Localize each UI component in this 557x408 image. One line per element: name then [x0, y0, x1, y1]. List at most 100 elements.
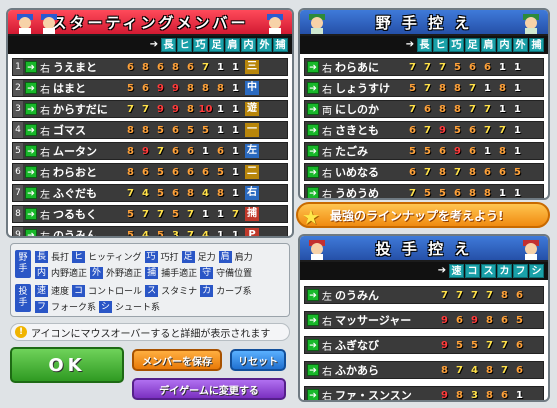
swap-arrow-icon[interactable]: ➔ — [307, 289, 319, 301]
swap-arrow-icon[interactable]: ➔ — [25, 208, 37, 220]
player-row[interactable]: ➔ 左のうみん 7 7 7 7 8 6 — [304, 286, 544, 304]
stat-header[interactable]: シ — [529, 264, 544, 278]
stat-header[interactable]: 足 — [209, 38, 224, 52]
stat-header[interactable]: ヒ — [177, 38, 192, 52]
stat-header[interactable]: 巧 — [193, 38, 208, 52]
day-game-button[interactable]: デイゲームに変更する — [132, 378, 286, 400]
stat-value: 8 — [469, 187, 476, 199]
player-row[interactable]: 6 ➔ 右わらおと 8 6 5 6 6 6 5 1 二 — [12, 163, 288, 181]
stat-header[interactable]: 内 — [497, 38, 512, 52]
stat-value: 9 — [172, 103, 179, 115]
player-row[interactable]: ➔ 右うめうめ 7 5 5 6 8 8 1 1 — [304, 184, 544, 199]
player-row[interactable]: 9 ➔ 左のうみん 5 4 5 3 7 4 1 1 P — [12, 226, 288, 238]
player-row[interactable]: 3 ➔ 右からすだに 7 7 9 9 8 10 1 1 遊 — [12, 100, 288, 118]
player-row[interactable]: ➔ 右しょうすけ 5 7 8 8 7 1 8 1 — [304, 79, 544, 97]
swap-arrow-icon[interactable]: ➔ — [307, 314, 319, 326]
stat-value: 7 — [232, 208, 239, 220]
player-row[interactable]: ➔ 右さきとも 6 7 9 5 6 7 7 1 — [304, 121, 544, 139]
stat-value: 6 — [454, 187, 461, 199]
swap-arrow-icon[interactable]: ➔ — [307, 82, 319, 94]
stat-header[interactable]: 内 — [241, 38, 256, 52]
legend-row: 速速度ココントロールススタミナカカーブ系 — [35, 284, 252, 297]
player-row[interactable]: ➔ 右いめなる 6 7 8 7 8 6 6 5 — [304, 163, 544, 181]
stat-value: 5 — [439, 187, 446, 199]
player-row[interactable]: 2 ➔ 右はまと 5 6 9 9 8 8 8 1 中 — [12, 79, 288, 97]
stat-value: 6 — [142, 82, 149, 94]
stat-header[interactable]: 長 — [417, 38, 432, 52]
player-row[interactable]: ➔ 右ファ・スンスン 9 8 3 8 6 1 — [304, 386, 544, 401]
player-row[interactable]: ➔ 右たごみ 5 5 6 9 6 1 8 1 — [304, 142, 544, 160]
swap-arrow-icon[interactable]: ➔ — [307, 166, 319, 178]
stat-value: 6 — [409, 166, 416, 178]
legend-key: シ — [99, 300, 113, 313]
stat-value: 6 — [172, 187, 179, 199]
batting-order: 5 — [13, 143, 23, 159]
stat-header[interactable]: 巧 — [449, 38, 464, 52]
swap-arrow-icon[interactable]: ➔ — [25, 229, 37, 236]
swap-arrow-icon[interactable]: ➔ — [307, 124, 319, 136]
stat-header[interactable]: 外 — [513, 38, 528, 52]
swap-arrow-icon[interactable]: ➔ — [25, 124, 37, 136]
stat-header[interactable]: 捕 — [273, 38, 288, 52]
stat-value: 1 — [217, 229, 224, 238]
swap-arrow-icon[interactable]: ➔ — [307, 145, 319, 157]
player-row[interactable]: ➔ 右マッサージャー 9 6 9 8 6 5 — [304, 311, 544, 329]
player-row[interactable]: ➔ 両にしのか 7 6 8 8 7 7 1 1 — [304, 100, 544, 118]
stat-value: 8 — [439, 166, 446, 178]
stat-value: 8 — [441, 364, 448, 376]
stat-value: 10 — [198, 103, 213, 115]
stat-value: 8 — [172, 61, 179, 73]
swap-arrow-icon[interactable]: ➔ — [25, 82, 37, 94]
reset-button[interactable]: リセット — [230, 349, 286, 371]
player-row[interactable]: ➔ 右ふかあら 8 7 4 8 7 6 — [304, 361, 544, 379]
save-members-button[interactable]: メンバーを保存 — [132, 349, 222, 371]
legend-desc: 巧打 — [160, 253, 179, 263]
throwing-hand: 右 — [322, 63, 332, 75]
stat-header[interactable]: フ — [513, 264, 528, 278]
stat-header-row: ➔ 速コスカフシ — [300, 262, 548, 280]
position-badge: 中 — [245, 81, 259, 95]
player-row[interactable]: 1 ➔ 右うえまと 6 8 6 8 6 7 1 1 三 — [12, 58, 288, 76]
stat-header[interactable]: コ — [465, 264, 480, 278]
ok-button[interactable]: OK — [10, 347, 124, 383]
stat-value: 8 — [187, 103, 194, 115]
player-row[interactable]: 4 ➔ 右ゴマス 8 8 5 6 5 5 1 1 一 — [12, 121, 288, 139]
legend-desc: コントロール — [88, 287, 143, 297]
swap-arrow-icon[interactable]: ➔ — [307, 103, 319, 115]
player-row[interactable]: ➔ 右わらあに 7 7 7 5 6 6 1 1 — [304, 58, 544, 76]
stat-header[interactable]: 捕 — [529, 38, 544, 52]
stat-header[interactable]: 足 — [465, 38, 480, 52]
player-row[interactable]: 8 ➔ 右つるもく 5 7 7 5 7 1 1 7 捕 — [12, 205, 288, 223]
player-name: からすだに — [53, 103, 108, 116]
legend-desc: 速度 — [51, 287, 70, 297]
stat-value: 1 — [516, 389, 523, 401]
player-name: ふぐだも — [53, 187, 97, 200]
player-row[interactable]: 7 ➔ 左ふぐだも 7 4 5 6 8 4 8 1 右 — [12, 184, 288, 202]
swap-arrow-icon[interactable]: ➔ — [25, 145, 37, 157]
stat-value: 1 — [514, 61, 521, 73]
stat-header[interactable]: カ — [497, 264, 512, 278]
swap-arrow-icon[interactable]: ➔ — [307, 364, 319, 376]
swap-arrow-icon[interactable]: ➔ — [307, 187, 319, 198]
stat-header[interactable]: 速 — [449, 264, 464, 278]
position-badge: 捕 — [245, 207, 259, 221]
stat-header[interactable]: 外 — [257, 38, 272, 52]
swap-arrow-icon[interactable]: ➔ — [307, 339, 319, 351]
stat-header[interactable]: ヒ — [433, 38, 448, 52]
swap-arrow-icon[interactable]: ➔ — [25, 166, 37, 178]
player-row[interactable]: ➔ 右ふぎなび 9 5 5 7 7 6 — [304, 336, 544, 354]
stat-header[interactable]: 肩 — [225, 38, 240, 52]
stat-header[interactable]: 長 — [161, 38, 176, 52]
legend-key: 長 — [35, 250, 49, 263]
stat-header[interactable]: ス — [481, 264, 496, 278]
swap-arrow-icon[interactable]: ➔ — [25, 61, 37, 73]
throwing-hand: 右 — [40, 147, 50, 159]
stat-value: 1 — [217, 103, 224, 115]
swap-arrow-icon[interactable]: ➔ — [307, 61, 319, 73]
swap-arrow-icon[interactable]: ➔ — [307, 389, 319, 400]
player-row[interactable]: 5 ➔ 右ムータン 8 9 7 6 6 1 6 1 左 — [12, 142, 288, 160]
swap-arrow-icon[interactable]: ➔ — [25, 103, 37, 115]
stat-header[interactable]: 肩 — [481, 38, 496, 52]
swap-arrow-icon[interactable]: ➔ — [25, 187, 37, 199]
stat-value: 6 — [187, 145, 194, 157]
